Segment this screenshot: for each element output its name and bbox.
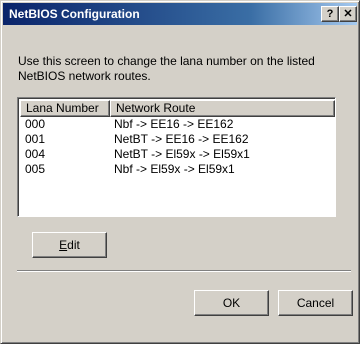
network-route-cell: NetBT -> EE16 -> EE162 [114, 132, 249, 146]
edit-button[interactable]: Edit [32, 232, 107, 258]
list-header: Lana Number Network Route [20, 100, 335, 117]
network-route-cell: NetBT -> El59x -> El59x1 [114, 147, 250, 161]
close-icon: ✕ [343, 8, 353, 20]
ok-button[interactable]: OK [194, 290, 269, 316]
lana-number-cell: 005 [25, 162, 46, 176]
network-routes-list[interactable]: Lana Number Network Route 000 Nbf -> EE1… [17, 97, 336, 217]
lana-number-cell: 000 [25, 117, 46, 131]
description-text: Use this screen to change the lana numbe… [18, 54, 315, 83]
title-bar[interactable]: NetBIOS Configuration ? ✕ [3, 3, 357, 25]
edit-label: dit [67, 238, 80, 252]
netbios-configuration-dialog: NetBIOS Configuration ? ✕ Use this scree… [0, 0, 360, 344]
cancel-button[interactable]: Cancel [278, 290, 353, 316]
lana-number-cell: 004 [25, 147, 46, 161]
window-title: NetBIOS Configuration [9, 7, 140, 21]
lana-number-cell: 001 [25, 132, 46, 146]
separator [17, 270, 351, 272]
column-header-lana-number[interactable]: Lana Number [20, 100, 110, 117]
help-button[interactable]: ? [321, 6, 339, 22]
network-route-cell: Nbf -> EE16 -> EE162 [114, 117, 234, 131]
edit-accelerator: E [59, 238, 68, 252]
question-mark-icon: ? [326, 8, 334, 20]
column-header-network-route[interactable]: Network Route [110, 100, 335, 117]
network-route-cell: Nbf -> El59x -> El59x1 [114, 162, 235, 176]
close-button[interactable]: ✕ [339, 6, 357, 22]
